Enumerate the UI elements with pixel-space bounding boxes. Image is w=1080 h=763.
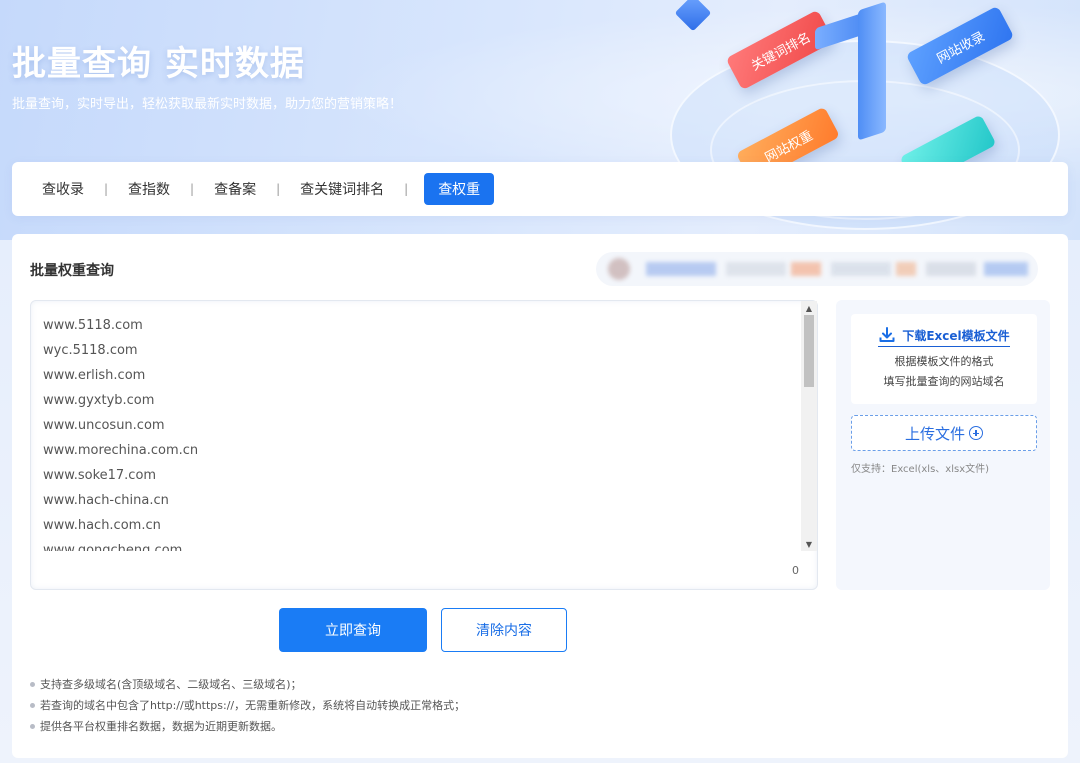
download-template-desc: 根据模板文件的格式 填写批量查询的网站域名 — [851, 352, 1037, 392]
tab-weight[interactable]: 查权重 — [424, 173, 495, 205]
upload-file-label: 上传文件 — [904, 424, 965, 443]
note-item: 提供各平台权重排名数据，数据为近期更新数据。 — [30, 716, 465, 737]
tab-separator: | — [190, 182, 195, 196]
note-item: 若查询的域名中包含了http://或https://，无需重新修改，系统将自动转… — [30, 695, 465, 716]
tab-separator: | — [104, 182, 109, 196]
bullet-dot-icon — [30, 703, 35, 708]
domain-line: www.erlish.com — [43, 368, 146, 383]
decor-pillar — [858, 1, 886, 141]
blurred-info-bar — [596, 252, 1038, 286]
tab-separator: | — [276, 182, 281, 196]
download-desc-line-2: 填写批量查询的网站域名 — [883, 375, 1005, 388]
domain-line: www.gongcheng.com — [43, 543, 183, 551]
decor-gem — [674, 0, 712, 32]
domain-list: www.5118.com wyc.5118.com www.erlish.com… — [43, 313, 803, 551]
domain-line: www.soke17.com — [43, 468, 157, 483]
domain-line: www.gyxtyb.com — [43, 393, 155, 408]
domain-line: www.hach-china.cn — [43, 493, 169, 508]
domain-input-area[interactable]: www.5118.com wyc.5118.com www.erlish.com… — [30, 300, 818, 590]
tab-keyword-rank[interactable]: 查关键词排名 — [288, 173, 396, 205]
domain-line: wyc.5118.com — [43, 343, 138, 358]
tab-search-index[interactable]: 查指数 — [116, 173, 182, 205]
scroll-down-arrow-icon[interactable]: ▼ — [801, 537, 817, 551]
download-template-card: 下载Excel模板文件 根据模板文件的格式 填写批量查询的网站域名 — [851, 314, 1037, 404]
scroll-up-arrow-icon[interactable]: ▲ — [801, 301, 817, 315]
scroll-thumb[interactable] — [804, 315, 814, 387]
note-item: 支持查多级域名(含顶级域名、二级域名、三级域名)； — [30, 674, 465, 695]
usage-notes: 支持查多级域名(含顶级域名、二级域名、三级域名)； 若查询的域名中包含了http… — [30, 674, 465, 737]
tab-icp-record[interactable]: 查备案 — [202, 173, 268, 205]
query-type-tabs: 查收录 | 查指数 | 查备案 | 查关键词排名 | 查权重 — [12, 162, 1068, 216]
textarea-scrollbar[interactable]: ▲ ▼ — [801, 301, 817, 551]
domain-line: www.morechina.com.cn — [43, 443, 199, 458]
note-text: 提供各平台权重排名数据，数据为近期更新数据。 — [40, 720, 282, 733]
download-desc-line-1: 根据模板文件的格式 — [894, 355, 994, 368]
tab-separator: | — [404, 182, 409, 196]
upload-file-button[interactable]: 上传文件 — [851, 415, 1037, 451]
hero-subtitle: 批量查询，实时导出，轻松获取最新实时数据，助力您的营销策略！ — [12, 97, 403, 112]
download-template-link[interactable]: 下载Excel模板文件 — [878, 326, 1010, 347]
query-now-button[interactable]: 立即查询 — [279, 608, 427, 652]
clear-content-button[interactable]: 清除内容 — [441, 608, 567, 652]
char-count: 0 — [792, 564, 799, 577]
domain-line: www.hach.com.cn — [43, 518, 161, 533]
note-text: 若查询的域名中包含了http://或https://，无需重新修改，系统将自动转… — [40, 699, 466, 712]
query-panel: 批量权重查询 www.5118.com wyc.5118.com www.erl… — [12, 234, 1068, 758]
upload-sidebar: 下载Excel模板文件 根据模板文件的格式 填写批量查询的网站域名 上传文件 仅… — [836, 300, 1050, 590]
note-text: 支持查多级域名(含顶级域名、二级域名、三级域名)； — [40, 678, 302, 691]
plus-circle-icon — [969, 426, 983, 440]
domain-line: www.5118.com — [43, 318, 143, 333]
download-icon — [879, 327, 895, 342]
bullet-dot-icon — [30, 682, 35, 687]
upload-hint: 仅支持：Excel(xls、xlsx文件) — [851, 464, 990, 475]
hero-title: 批量查询 实时数据 — [12, 44, 305, 84]
tab-index-check[interactable]: 查收录 — [30, 173, 96, 205]
domain-line: www.uncosun.com — [43, 418, 165, 433]
download-template-label: 下载Excel模板文件 — [902, 328, 1010, 343]
panel-title: 批量权重查询 — [30, 263, 114, 279]
bullet-dot-icon — [30, 724, 35, 729]
